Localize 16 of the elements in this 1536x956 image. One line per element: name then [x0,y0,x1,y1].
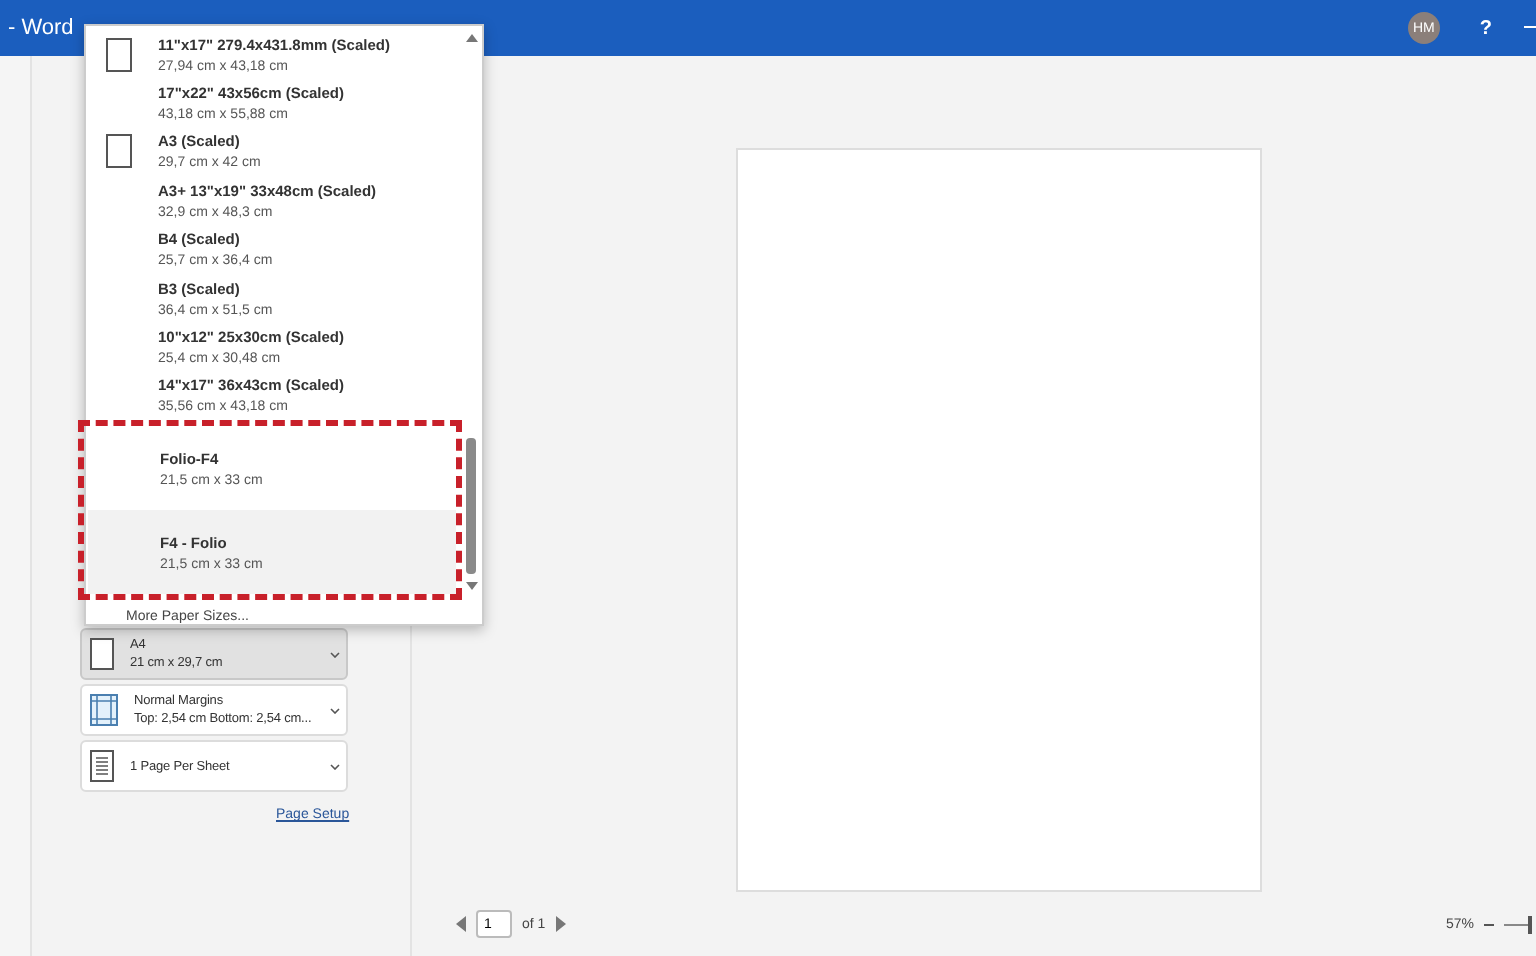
caret-icon [330,707,340,713]
caret-icon [330,651,340,657]
margins-icon [90,694,118,726]
scroll-down-icon[interactable] [466,582,478,590]
page-icon [106,37,132,72]
scroll-up-icon[interactable] [466,34,478,42]
minimize-icon[interactable] [1524,26,1536,30]
help-button[interactable]: ? [1479,17,1492,39]
page-icon [106,134,132,169]
previous-page-icon[interactable] [456,916,466,932]
window-title: - Word [8,16,74,40]
scrollbar-thumb[interactable] [466,438,476,574]
next-page-icon[interactable] [555,916,566,932]
page-lines-icon [90,750,114,782]
page-icon [90,638,114,670]
caret-icon [330,763,340,769]
